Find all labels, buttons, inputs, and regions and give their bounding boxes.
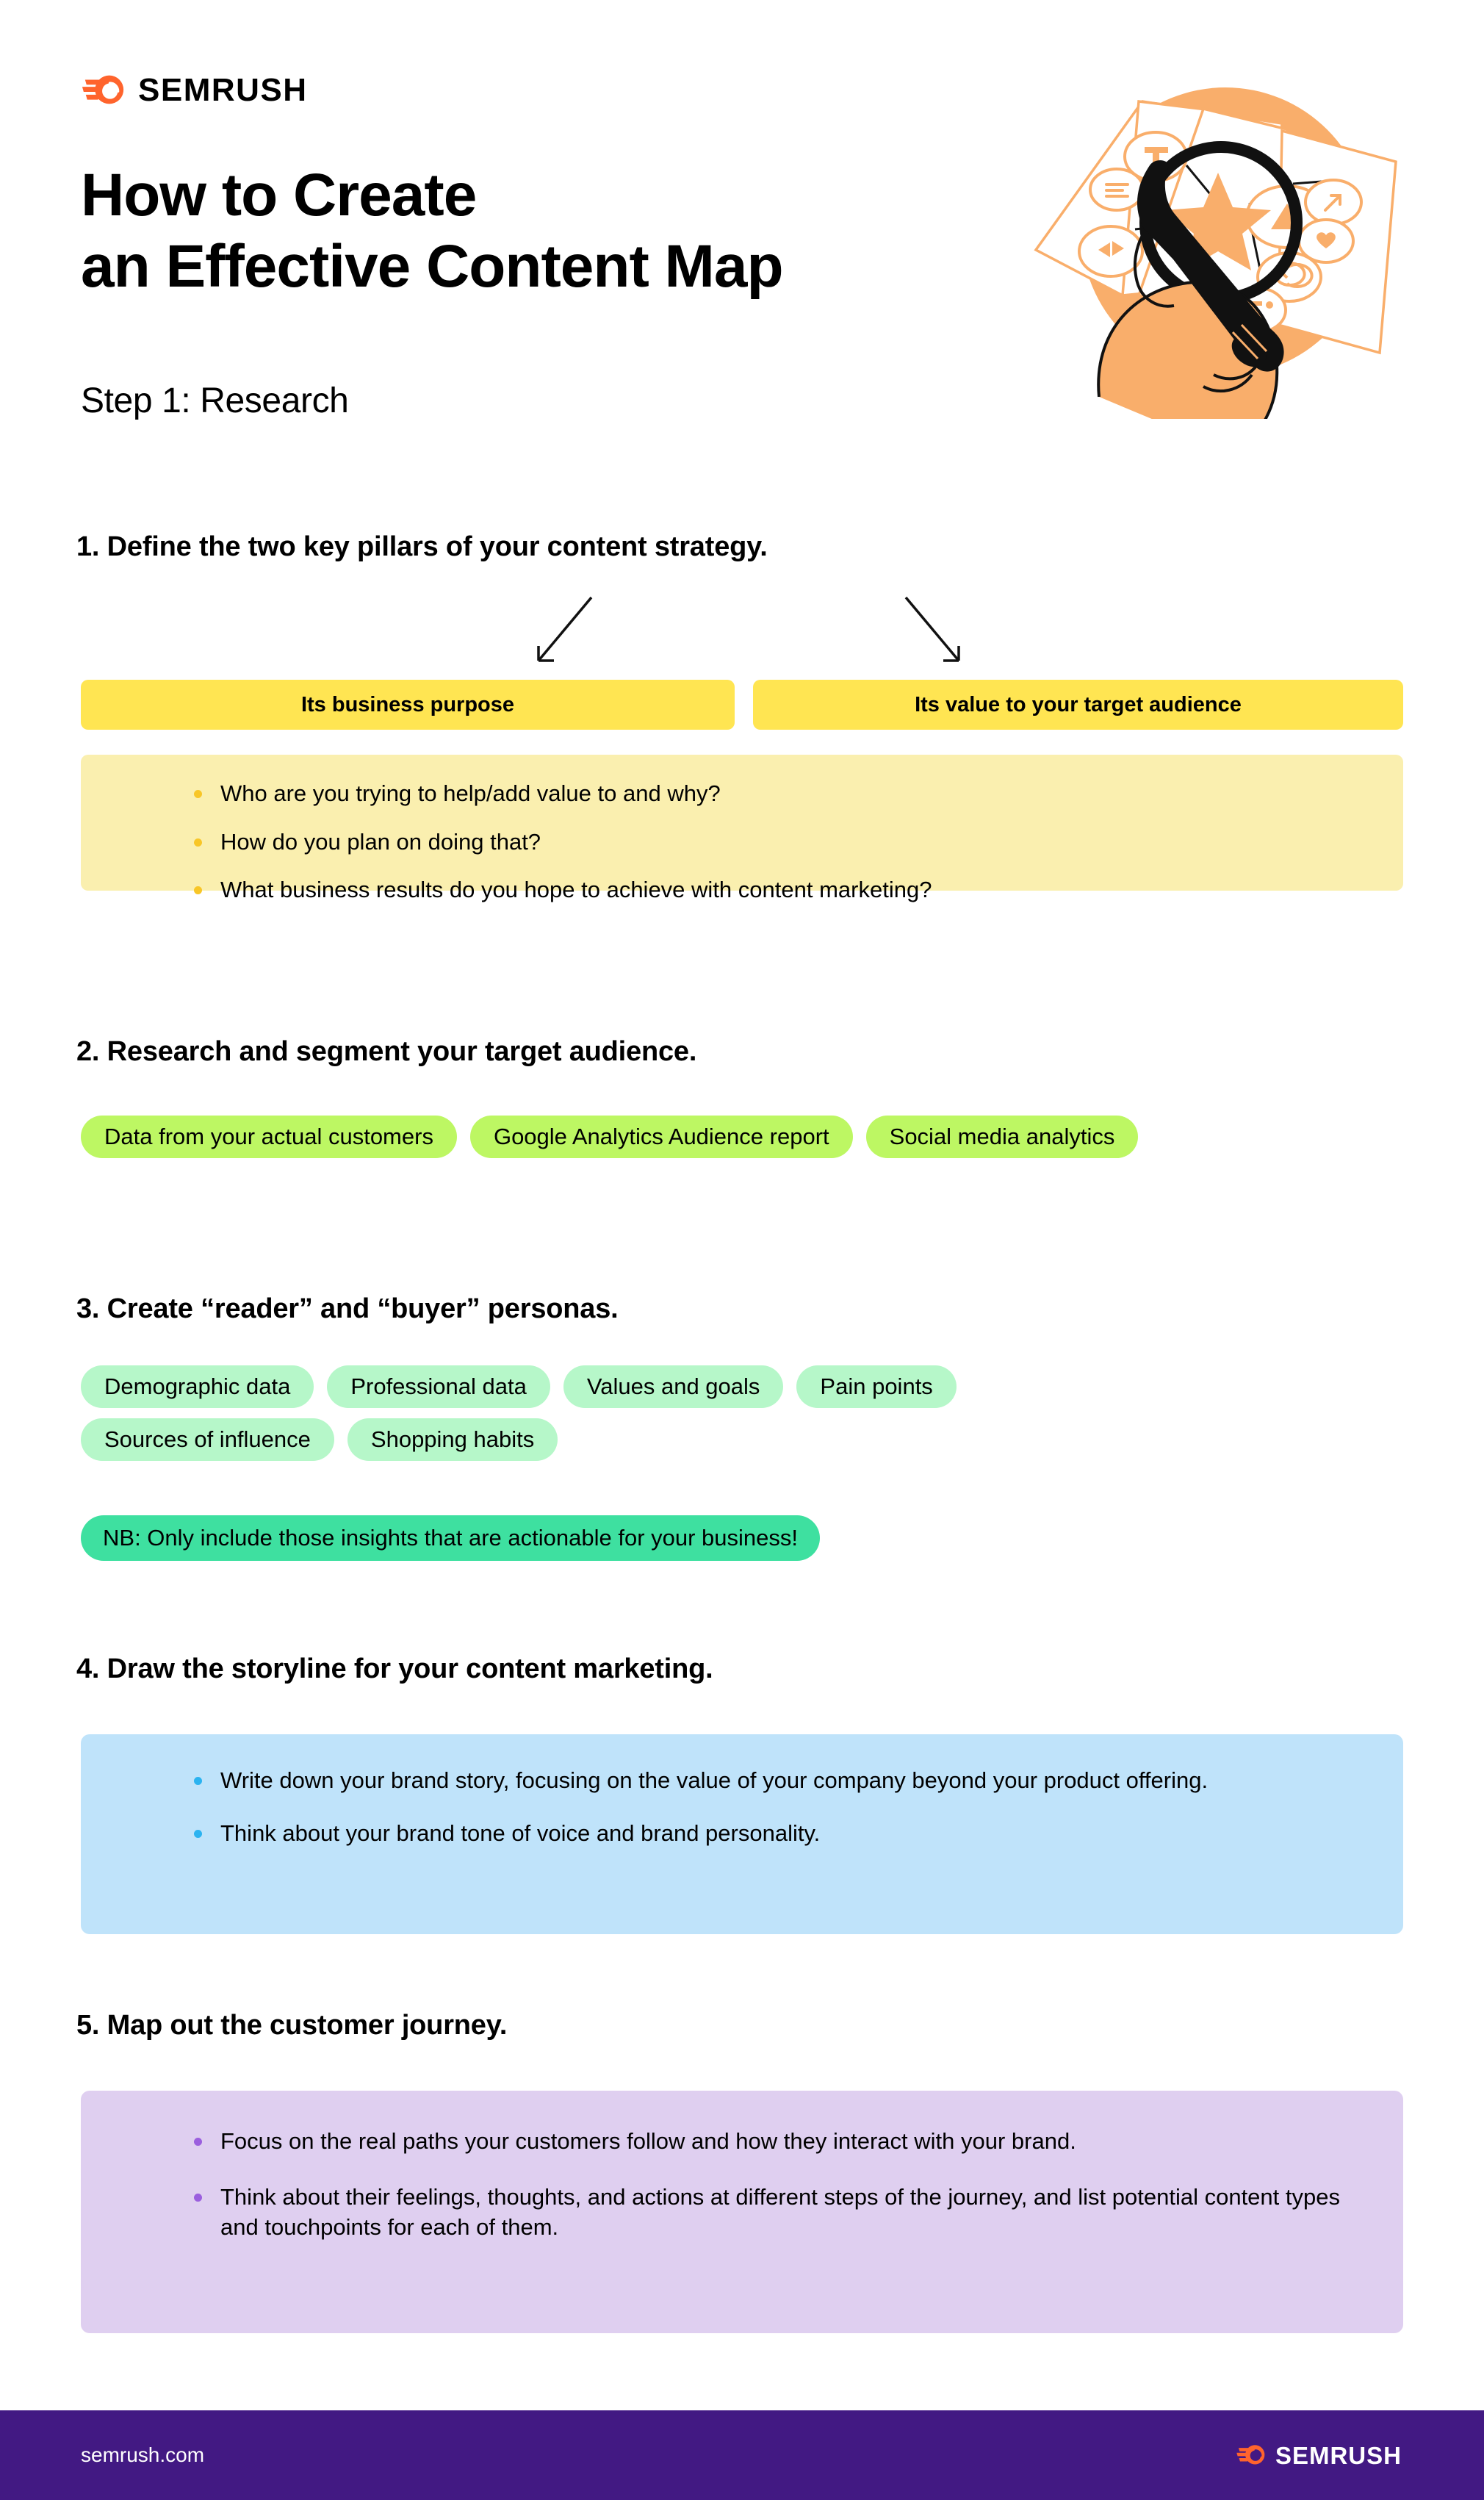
pillar-box-audience-value[interactable]: Its value to your target audience xyxy=(753,680,1403,730)
section-5-bullet-list: Focus on the real paths your customers f… xyxy=(191,2126,1344,2243)
section-1-heading: 1. Define the two key pillars of your co… xyxy=(76,531,768,562)
list-item: Think about your brand tone of voice and… xyxy=(191,1818,1344,1849)
list-item: What business results do you hope to ach… xyxy=(191,874,1403,905)
magnifying-glass-content-map-illustration xyxy=(1029,37,1411,419)
semrush-comet-icon xyxy=(81,68,126,113)
list-item: Think about their feelings, thoughts, an… xyxy=(191,2182,1344,2243)
section-2-pill-group: Data from your actual customers Google A… xyxy=(81,1116,1256,1158)
infographic-page: SEMRUSH How to Create an Effective Conte… xyxy=(0,0,1484,2500)
section-5-heading: 5. Map out the customer journey. xyxy=(76,2010,508,2041)
brand-name: SEMRUSH xyxy=(138,72,308,108)
section-3-pill-group: Demographic data Professional data Value… xyxy=(81,1365,1036,1461)
section-2-heading: 2. Research and segment your target audi… xyxy=(76,1036,697,1067)
list-item: How do you plan on doing that? xyxy=(191,827,1403,858)
pill-pain-points[interactable]: Pain points xyxy=(796,1365,957,1408)
list-item: Who are you trying to help/add value to … xyxy=(191,778,1403,809)
section-4-panel: Write down your brand story, focusing on… xyxy=(81,1734,1403,1934)
note-bar-actionable-insights: NB: Only include those insights that are… xyxy=(81,1515,821,1561)
two-down-arrows-icon xyxy=(478,584,962,680)
page-footer: semrush.com SEMRUSH xyxy=(0,2410,1484,2500)
section-4-heading: 4. Draw the storyline for your content m… xyxy=(76,1653,713,1684)
list-item: Focus on the real paths your customers f… xyxy=(191,2126,1344,2157)
list-item: Write down your brand story, focusing on… xyxy=(191,1765,1344,1796)
section-1-panel: Who are you trying to help/add value to … xyxy=(81,755,1403,902)
footer-brand-logo: SEMRUSH xyxy=(1236,2440,1402,2471)
pill-sources-of-influence[interactable]: Sources of influence xyxy=(81,1418,334,1461)
section-1-bullet-list: Who are you trying to help/add value to … xyxy=(191,778,1403,905)
pill-professional-data[interactable]: Professional data xyxy=(327,1365,550,1408)
pillar-box-business-purpose[interactable]: Its business purpose xyxy=(81,680,735,730)
pill-google-analytics-report[interactable]: Google Analytics Audience report xyxy=(469,1116,853,1158)
pill-data-from-customers[interactable]: Data from your actual customers xyxy=(81,1116,457,1158)
pill-demographic-data[interactable]: Demographic data xyxy=(81,1365,314,1408)
footer-brand-name: SEMRUSH xyxy=(1275,2441,1402,2469)
brand-logo: SEMRUSH xyxy=(81,68,308,113)
step-label: Step 1: Research xyxy=(81,381,349,420)
page-title-line1: How to Create xyxy=(81,162,477,229)
semrush-comet-icon xyxy=(1236,2440,1267,2471)
section-3-heading: 3. Create “reader” and “buyer” personas. xyxy=(76,1293,619,1324)
pill-shopping-habits[interactable]: Shopping habits xyxy=(347,1418,558,1461)
section-5-panel: Focus on the real paths your customers f… xyxy=(81,2091,1403,2333)
page-title: How to Create an Effective Content Map xyxy=(81,160,999,303)
pill-social-media-analytics[interactable]: Social media analytics xyxy=(865,1116,1139,1158)
footer-url-link[interactable]: semrush.com xyxy=(81,2443,204,2467)
section-4-bullet-list: Write down your brand story, focusing on… xyxy=(191,1765,1344,1848)
page-title-line2: an Effective Content Map xyxy=(81,232,784,300)
pill-values-and-goals[interactable]: Values and goals xyxy=(563,1365,784,1408)
